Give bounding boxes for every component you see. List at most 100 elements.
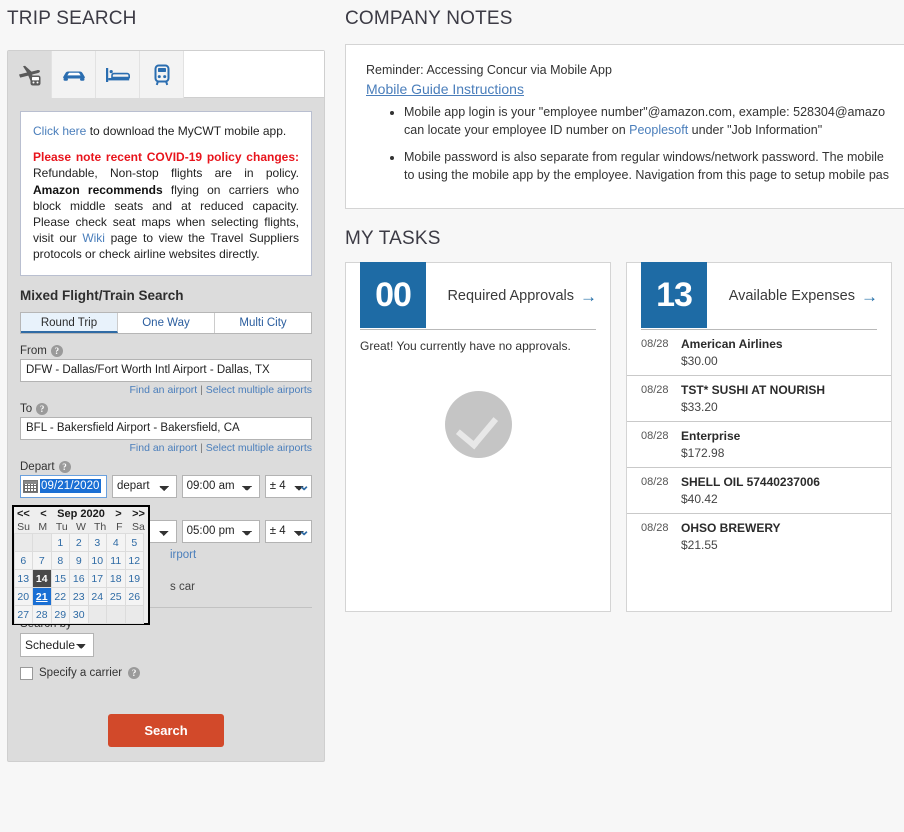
expense-date: 08/28 — [641, 522, 669, 534]
search-button[interactable]: Search — [108, 713, 224, 747]
expense-row[interactable]: 08/28 Enterprise $172.98 — [627, 422, 891, 468]
expense-name: Enterprise — [681, 429, 741, 443]
calendar-prev-year-button[interactable]: << — [17, 508, 30, 520]
depart-mode-select[interactable]: depart — [111, 474, 177, 498]
calendar-day-3[interactable]: 3 — [87, 532, 107, 552]
arrow-right-icon[interactable]: → — [861, 288, 878, 305]
calendar-day-23[interactable]: 23 — [69, 586, 89, 606]
expense-details: American Airlines $30.00 — [681, 337, 877, 368]
to-input[interactable] — [20, 416, 312, 440]
calendar-day-27[interactable]: 27 — [13, 604, 33, 624]
calendar-day-2[interactable]: 2 — [69, 532, 89, 552]
approvals-count-badge: 00 — [360, 262, 426, 328]
hotel-bed-icon — [105, 67, 130, 82]
tab-hotel[interactable] — [96, 51, 140, 98]
expense-date: 08/28 — [641, 476, 669, 488]
notice-body-1: Refundable, Non-stop flights are in poli… — [33, 166, 299, 181]
from-select-multiple-airports-link[interactable]: Select multiple airports — [206, 384, 312, 396]
calendar-day-5[interactable]: 5 — [124, 532, 144, 552]
calendar-day-20[interactable]: 20 — [13, 586, 33, 606]
calendar-day-9[interactable]: 9 — [69, 550, 89, 570]
calendar-icon[interactable] — [23, 479, 38, 493]
calendar-day-25[interactable]: 25 — [106, 586, 126, 606]
to-find-an-airport-link[interactable]: Find an airport — [130, 442, 198, 454]
wiki-link[interactable]: Wiki — [82, 231, 105, 245]
specify-carrier-checkbox[interactable] — [20, 666, 33, 680]
chevron-down-icon-return[interactable]: ⌄ — [298, 523, 310, 537]
tab-car[interactable] — [52, 51, 96, 98]
calendar-day-19[interactable]: 19 — [124, 568, 144, 588]
calendar-cell-empty: . — [87, 604, 107, 624]
company-notes-panel: Reminder: Accessing Concur via Mobile Ap… — [345, 44, 904, 209]
to-select-multiple-airports-link[interactable]: Select multiple airports — [206, 442, 312, 454]
expense-details: OHSO BREWERY $21.55 — [681, 521, 877, 552]
calendar-day-8[interactable]: 8 — [50, 550, 70, 570]
calendar-day-26[interactable]: 26 — [124, 586, 144, 606]
click-here-link[interactable]: Click here — [33, 124, 86, 138]
calendar-day-10[interactable]: 10 — [87, 550, 107, 570]
chevron-down-icon-depart[interactable]: ⌄ — [298, 478, 310, 492]
search-by-select[interactable]: Schedule — [20, 632, 94, 657]
calendar-day-21[interactable]: 21 — [32, 586, 52, 606]
calendar-day-17[interactable]: 17 — [87, 568, 107, 588]
trip-type-one-way[interactable]: One Way — [118, 312, 215, 333]
tab-mixed-flight-train[interactable] — [8, 51, 52, 98]
calendar-day-18[interactable]: 18 — [106, 568, 126, 588]
peoplesoft-link[interactable]: Peoplesoft — [629, 123, 688, 137]
calendar-day-grid[interactable]: ..12345678910111213141516171819202122232… — [13, 532, 148, 624]
car-icon — [62, 71, 85, 81]
calendar-day-14[interactable]: 14 — [32, 568, 52, 588]
expense-row[interactable]: 08/28 SHELL OIL 57440237006 $40.42 — [627, 468, 891, 514]
mobile-guide-instructions-link[interactable]: Mobile Guide Instructions — [366, 81, 524, 97]
calendar-cell-empty: . — [32, 532, 52, 552]
depart-date-field[interactable]: 09/21/2020 — [20, 474, 107, 498]
calendar-day-13[interactable]: 13 — [13, 568, 33, 588]
from-sub-links: Find an airport | Select multiple airpor… — [20, 384, 313, 396]
to-label: To — [20, 402, 33, 415]
check-circle-icon — [444, 391, 512, 458]
help-icon-to[interactable]: ? — [36, 402, 49, 415]
tab-rail[interactable] — [140, 51, 184, 98]
expense-name: TST* SUSHI AT NOURISH — [681, 383, 826, 397]
approvals-card-title-row[interactable]: Required Approvals → — [426, 263, 610, 329]
bullet-1-line-1: Mobile app login is your "employee numbe… — [404, 105, 886, 119]
calendar-dow: Tu — [55, 521, 68, 533]
calendar-day-15[interactable]: 15 — [50, 568, 70, 588]
return-time-select[interactable]: 05:00 pm — [181, 519, 260, 543]
arrow-right-icon[interactable]: → — [580, 288, 597, 305]
depart-time-select[interactable]: 09:00 am — [181, 474, 260, 498]
calendar-day-28[interactable]: 28 — [32, 604, 52, 624]
calendar-day-11[interactable]: 11 — [106, 550, 126, 570]
calendar-next-month-button[interactable]: > — [115, 508, 121, 520]
calendar-day-12[interactable]: 12 — [124, 550, 144, 570]
calendar-day-7[interactable]: 7 — [32, 550, 52, 570]
task-cards: 00 Required Approvals → Great! You curre… — [345, 262, 892, 612]
date-picker-popup[interactable]: << < Sep 2020 > >> Su M Tu W Th F Sa ..1… — [12, 505, 150, 625]
calendar-day-6[interactable]: 6 — [13, 550, 33, 570]
partial-text-airport[interactable]: irport — [170, 549, 196, 561]
help-icon-from[interactable]: ? — [50, 344, 63, 357]
calendar-cell-empty: . — [124, 604, 144, 624]
available-expenses-card[interactable]: 13 Available Expenses → 08/28 American Ai… — [626, 262, 892, 612]
expense-row[interactable]: 08/28 TST* SUSHI AT NOURISH $33.20 — [627, 376, 891, 422]
from-find-an-airport-link[interactable]: Find an airport — [130, 384, 198, 396]
calendar-next-year-button[interactable]: >> — [132, 508, 145, 520]
trip-type-multi-city[interactable]: Multi City — [215, 313, 311, 333]
from-input[interactable] — [20, 358, 312, 382]
calendar-day-1[interactable]: 1 — [50, 532, 70, 552]
expenses-card-title-row[interactable]: Available Expenses → — [707, 263, 891, 329]
calendar-day-24[interactable]: 24 — [87, 586, 107, 606]
expense-row[interactable]: 08/28 OHSO BREWERY $21.55 — [627, 514, 891, 559]
required-approvals-card[interactable]: 00 Required Approvals → Great! You curre… — [345, 262, 611, 612]
calendar-day-4[interactable]: 4 — [106, 532, 126, 552]
calendar-day-29[interactable]: 29 — [50, 604, 70, 624]
help-icon-carrier[interactable]: ? — [128, 667, 141, 679]
trip-type-round-trip[interactable]: Round Trip — [21, 312, 118, 333]
calendar-day-22[interactable]: 22 — [50, 586, 70, 606]
calendar-day-16[interactable]: 16 — [69, 568, 89, 588]
expense-row[interactable]: 08/28 American Airlines $30.00 — [627, 330, 891, 376]
help-icon-depart[interactable]: ? — [58, 460, 71, 473]
notes-reminder-line: Reminder: Accessing Concur via Mobile Ap… — [366, 63, 612, 77]
calendar-prev-month-button[interactable]: < — [40, 508, 46, 520]
calendar-day-30[interactable]: 30 — [69, 604, 89, 624]
